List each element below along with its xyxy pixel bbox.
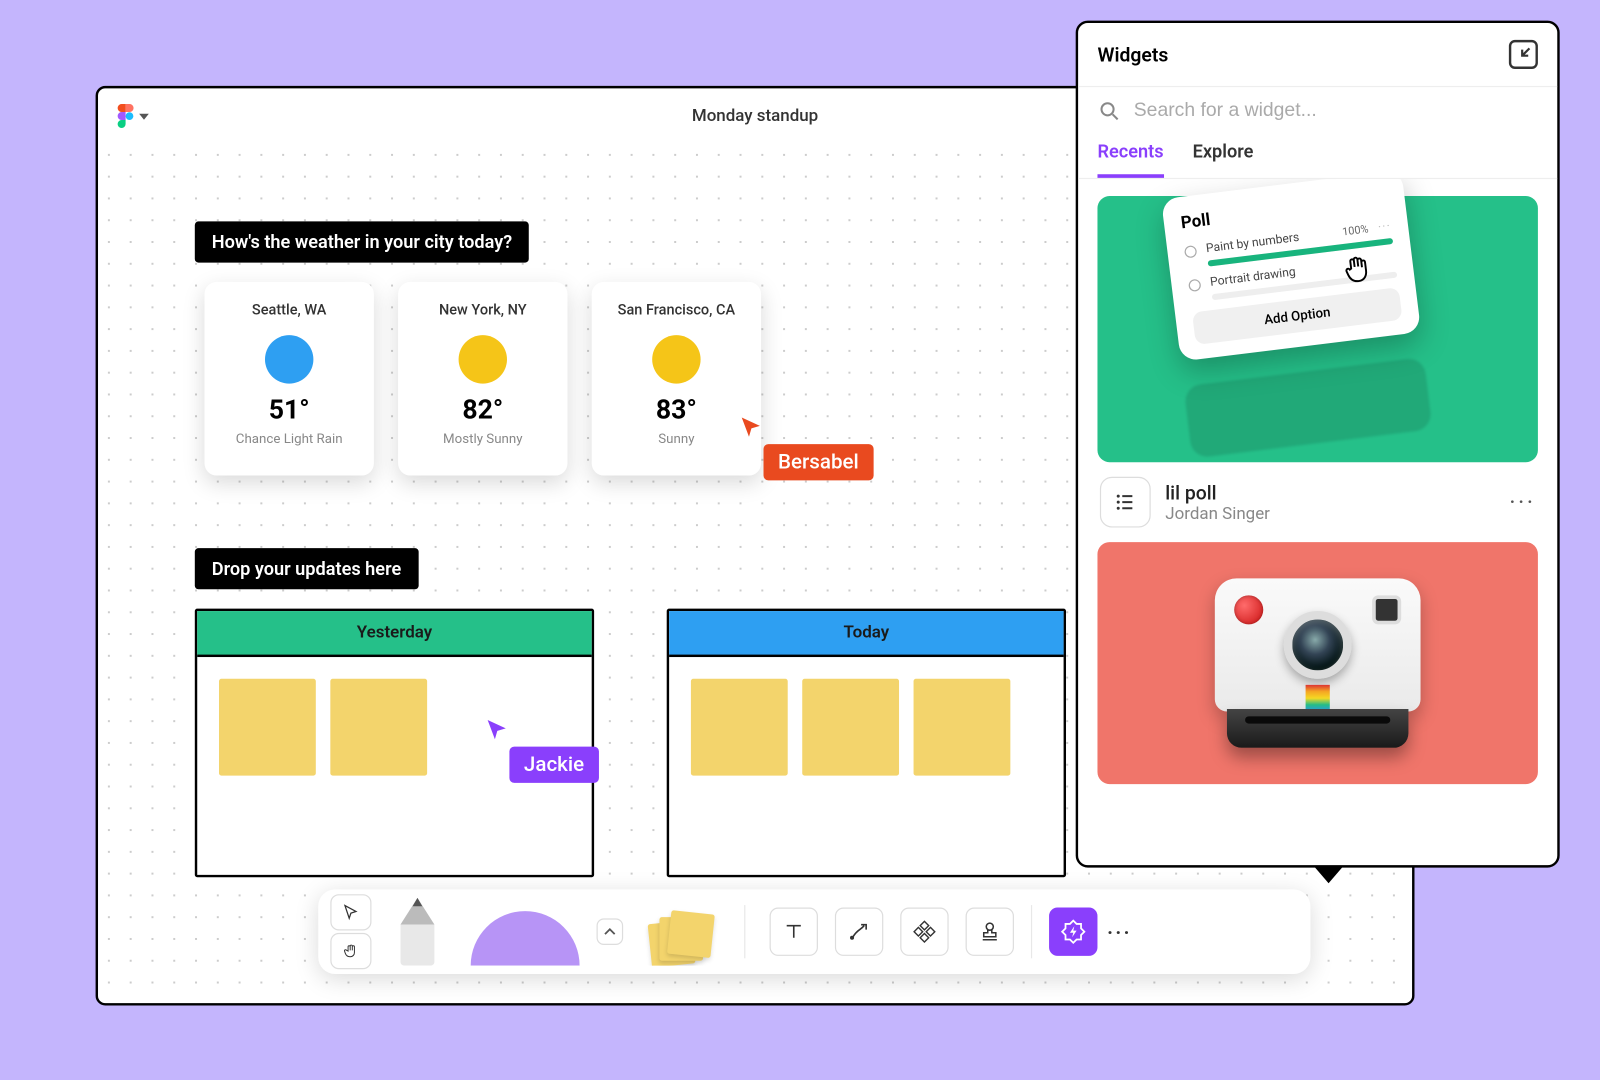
connector-tool[interactable]: [835, 908, 883, 956]
widgets-tabs: Recents Explore: [1078, 128, 1557, 179]
cursor-icon: [342, 904, 359, 921]
weather-condition: Mostly Sunny: [443, 431, 523, 447]
toolbar-divider: [744, 905, 745, 958]
widget-author: Jordan Singer: [1165, 504, 1270, 523]
sticky-note[interactable]: [219, 679, 316, 776]
text-tool[interactable]: [770, 908, 818, 956]
page-title: Monday standup: [692, 106, 818, 125]
widget-preview-camera[interactable]: [1097, 542, 1537, 784]
diamond-grid-icon: [912, 920, 936, 944]
sticky-note[interactable]: [691, 679, 788, 776]
widget-bolt-icon: [1060, 918, 1087, 945]
panel-pointer-icon: [1314, 866, 1343, 883]
tab-recents[interactable]: Recents: [1097, 140, 1163, 178]
hand-icon: [342, 943, 359, 960]
figma-menu-button[interactable]: [117, 104, 148, 128]
stamp-approve-tool[interactable]: [966, 908, 1014, 956]
sticky-note[interactable]: [330, 679, 427, 776]
text-icon: [782, 920, 806, 944]
bottom-toolbar: ···: [318, 889, 1310, 974]
widget-list-item[interactable]: lil poll Jordan Singer ···: [1097, 462, 1537, 542]
search-input[interactable]: [1134, 100, 1538, 122]
weather-condition: Chance Light Rain: [236, 431, 343, 447]
weather-temp: 83°: [656, 396, 697, 426]
weather-temp: 51°: [269, 396, 310, 426]
widgets-tool[interactable]: [1049, 908, 1097, 956]
widgets-panel: Widgets Recents Explore Poll Paint by nu…: [1076, 21, 1560, 868]
cursor-label: Bersabel: [764, 444, 874, 480]
hand-tool[interactable]: [330, 933, 371, 969]
chevron-up-icon: [604, 926, 616, 938]
widget-preview-poll[interactable]: Poll Paint by numbers 100% ··· Portrait …: [1097, 196, 1537, 462]
weather-cards: Seattle, WA 51° Chance Light Rain New Yo…: [204, 282, 761, 476]
select-tool[interactable]: [330, 894, 371, 930]
update-boards: Yesterday Today: [195, 609, 1066, 878]
weather-card[interactable]: New York, NY 82° Mostly Sunny: [398, 282, 567, 476]
widget-name: lil poll: [1165, 481, 1270, 504]
remote-cursor-jackie: Jackie: [485, 718, 598, 783]
list-icon: [1100, 477, 1151, 528]
collapse-icon: [1515, 46, 1532, 63]
poll-card: Poll Paint by numbers 100% ··· Portrait …: [1161, 179, 1421, 361]
poll-option-more: ···: [1377, 220, 1392, 235]
pencil-icon: [393, 898, 441, 966]
weather-city: New York, NY: [439, 301, 527, 318]
poll-shadow: [1183, 357, 1432, 459]
board-today[interactable]: Today: [667, 609, 1066, 878]
weather-icon: [652, 335, 700, 383]
sticky-note-tool[interactable]: [633, 898, 727, 966]
weather-city: San Francisco, CA: [618, 301, 735, 318]
weather-icon: [459, 335, 507, 383]
collapse-panel-button[interactable]: [1509, 40, 1538, 69]
connector-icon: [847, 920, 871, 944]
section-label-updates[interactable]: Drop your updates here: [195, 548, 418, 589]
shape-tool[interactable]: [463, 898, 586, 966]
polaroid-camera-icon: [1215, 578, 1421, 747]
board-header: Yesterday: [197, 611, 591, 657]
toolbar-divider: [1031, 905, 1032, 958]
search-icon: [1097, 99, 1121, 123]
widgets-list[interactable]: Poll Paint by numbers 100% ··· Portrait …: [1078, 179, 1557, 865]
poll-option-pct: 100%: [1342, 223, 1370, 238]
stamp-tool[interactable]: [900, 908, 948, 956]
shape-icon: [471, 911, 580, 965]
cursor-label: Jackie: [509, 747, 598, 783]
section-label-weather[interactable]: How's the weather in your city today?: [195, 221, 529, 262]
marker-tool[interactable]: [381, 898, 454, 966]
radio-icon: [1184, 244, 1197, 257]
widgets-search: [1078, 87, 1557, 128]
weather-card[interactable]: San Francisco, CA 83° Sunny: [592, 282, 761, 476]
remote-cursor-bersabel: Bersabel: [739, 415, 873, 480]
stamp-icon: [978, 920, 1002, 944]
sticky-stack-icon: [650, 910, 711, 966]
sticky-note[interactable]: [914, 679, 1011, 776]
widgets-panel-title: Widgets: [1097, 43, 1168, 66]
figma-logo-icon: [117, 104, 134, 128]
shape-options-button[interactable]: [597, 918, 624, 945]
board-header: Today: [669, 611, 1063, 657]
radio-icon: [1188, 278, 1201, 291]
board-body[interactable]: [669, 657, 1063, 875]
weather-condition: Sunny: [658, 431, 694, 447]
weather-icon: [265, 335, 313, 383]
sticky-note[interactable]: [802, 679, 899, 776]
weather-card[interactable]: Seattle, WA 51° Chance Light Rain: [204, 282, 373, 476]
weather-city: Seattle, WA: [252, 301, 327, 318]
grab-cursor-icon: [1338, 249, 1378, 289]
tab-explore[interactable]: Explore: [1193, 140, 1254, 178]
more-tools-button[interactable]: ···: [1107, 920, 1132, 943]
widget-item-more[interactable]: ···: [1509, 488, 1535, 517]
chevron-down-icon: [139, 113, 149, 119]
weather-temp: 82°: [462, 396, 503, 426]
